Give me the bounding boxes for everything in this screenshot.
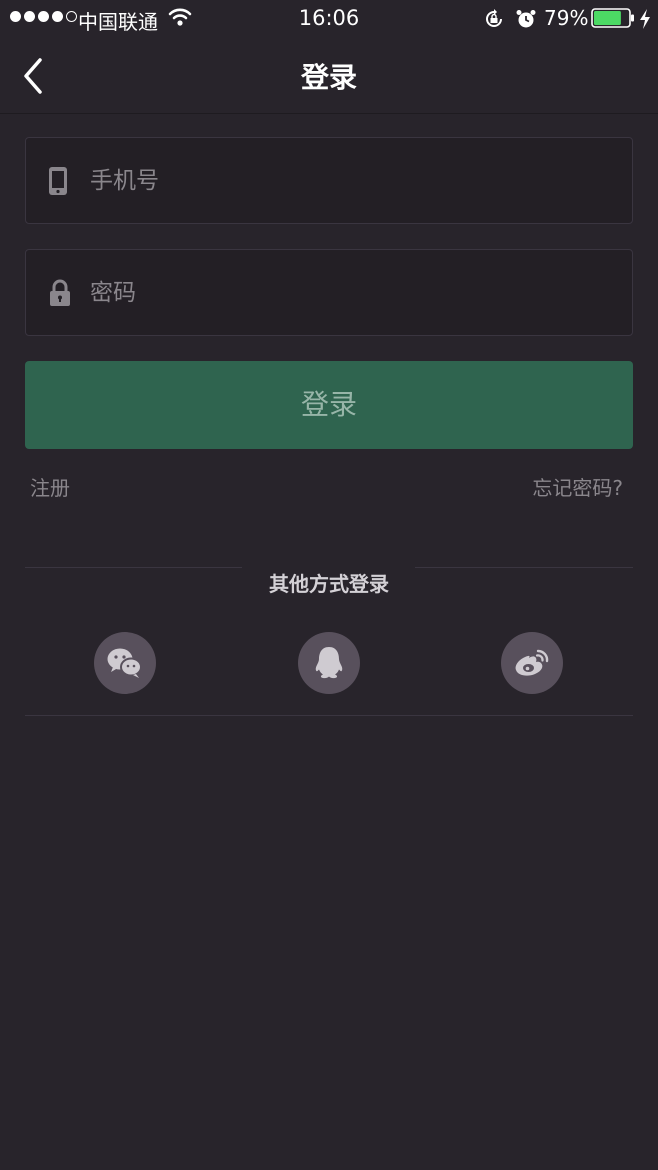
register-link[interactable]: 注册 [30,472,70,501]
other-login-title: 其他方式登录 [269,572,389,596]
login-screen: 中国联通 16:06 79% 登录 手机号 登录 注册 忘记密码? 其他方式登录 [0,0,658,1170]
phone-icon [48,166,68,200]
weibo-login-button[interactable] [501,632,563,694]
rotation-lock-icon [483,8,505,35]
password-field[interactable] [25,249,633,336]
login-button[interactable]: 登录 [25,361,633,449]
qq-icon [315,647,343,679]
section-divider [25,715,633,716]
alarm-icon [515,8,537,35]
page-title: 登录 [300,61,357,94]
wechat-icon [107,648,142,678]
forgot-password-link[interactable]: 忘记密码? [532,472,623,501]
battery-icon [591,8,635,33]
weibo-icon [515,649,549,676]
lock-icon [48,278,72,312]
wechat-login-button[interactable] [94,632,156,694]
battery-percent: 79% [544,6,589,30]
phone-field[interactable] [25,137,633,224]
charging-icon [638,8,652,35]
status-bar: 中国联通 16:06 79% [0,0,658,38]
phone-input[interactable] [90,138,610,223]
divider-right [415,567,633,568]
password-input[interactable] [90,250,610,335]
qq-login-button[interactable] [298,632,360,694]
navigation-bar: 登录 [0,38,658,114]
